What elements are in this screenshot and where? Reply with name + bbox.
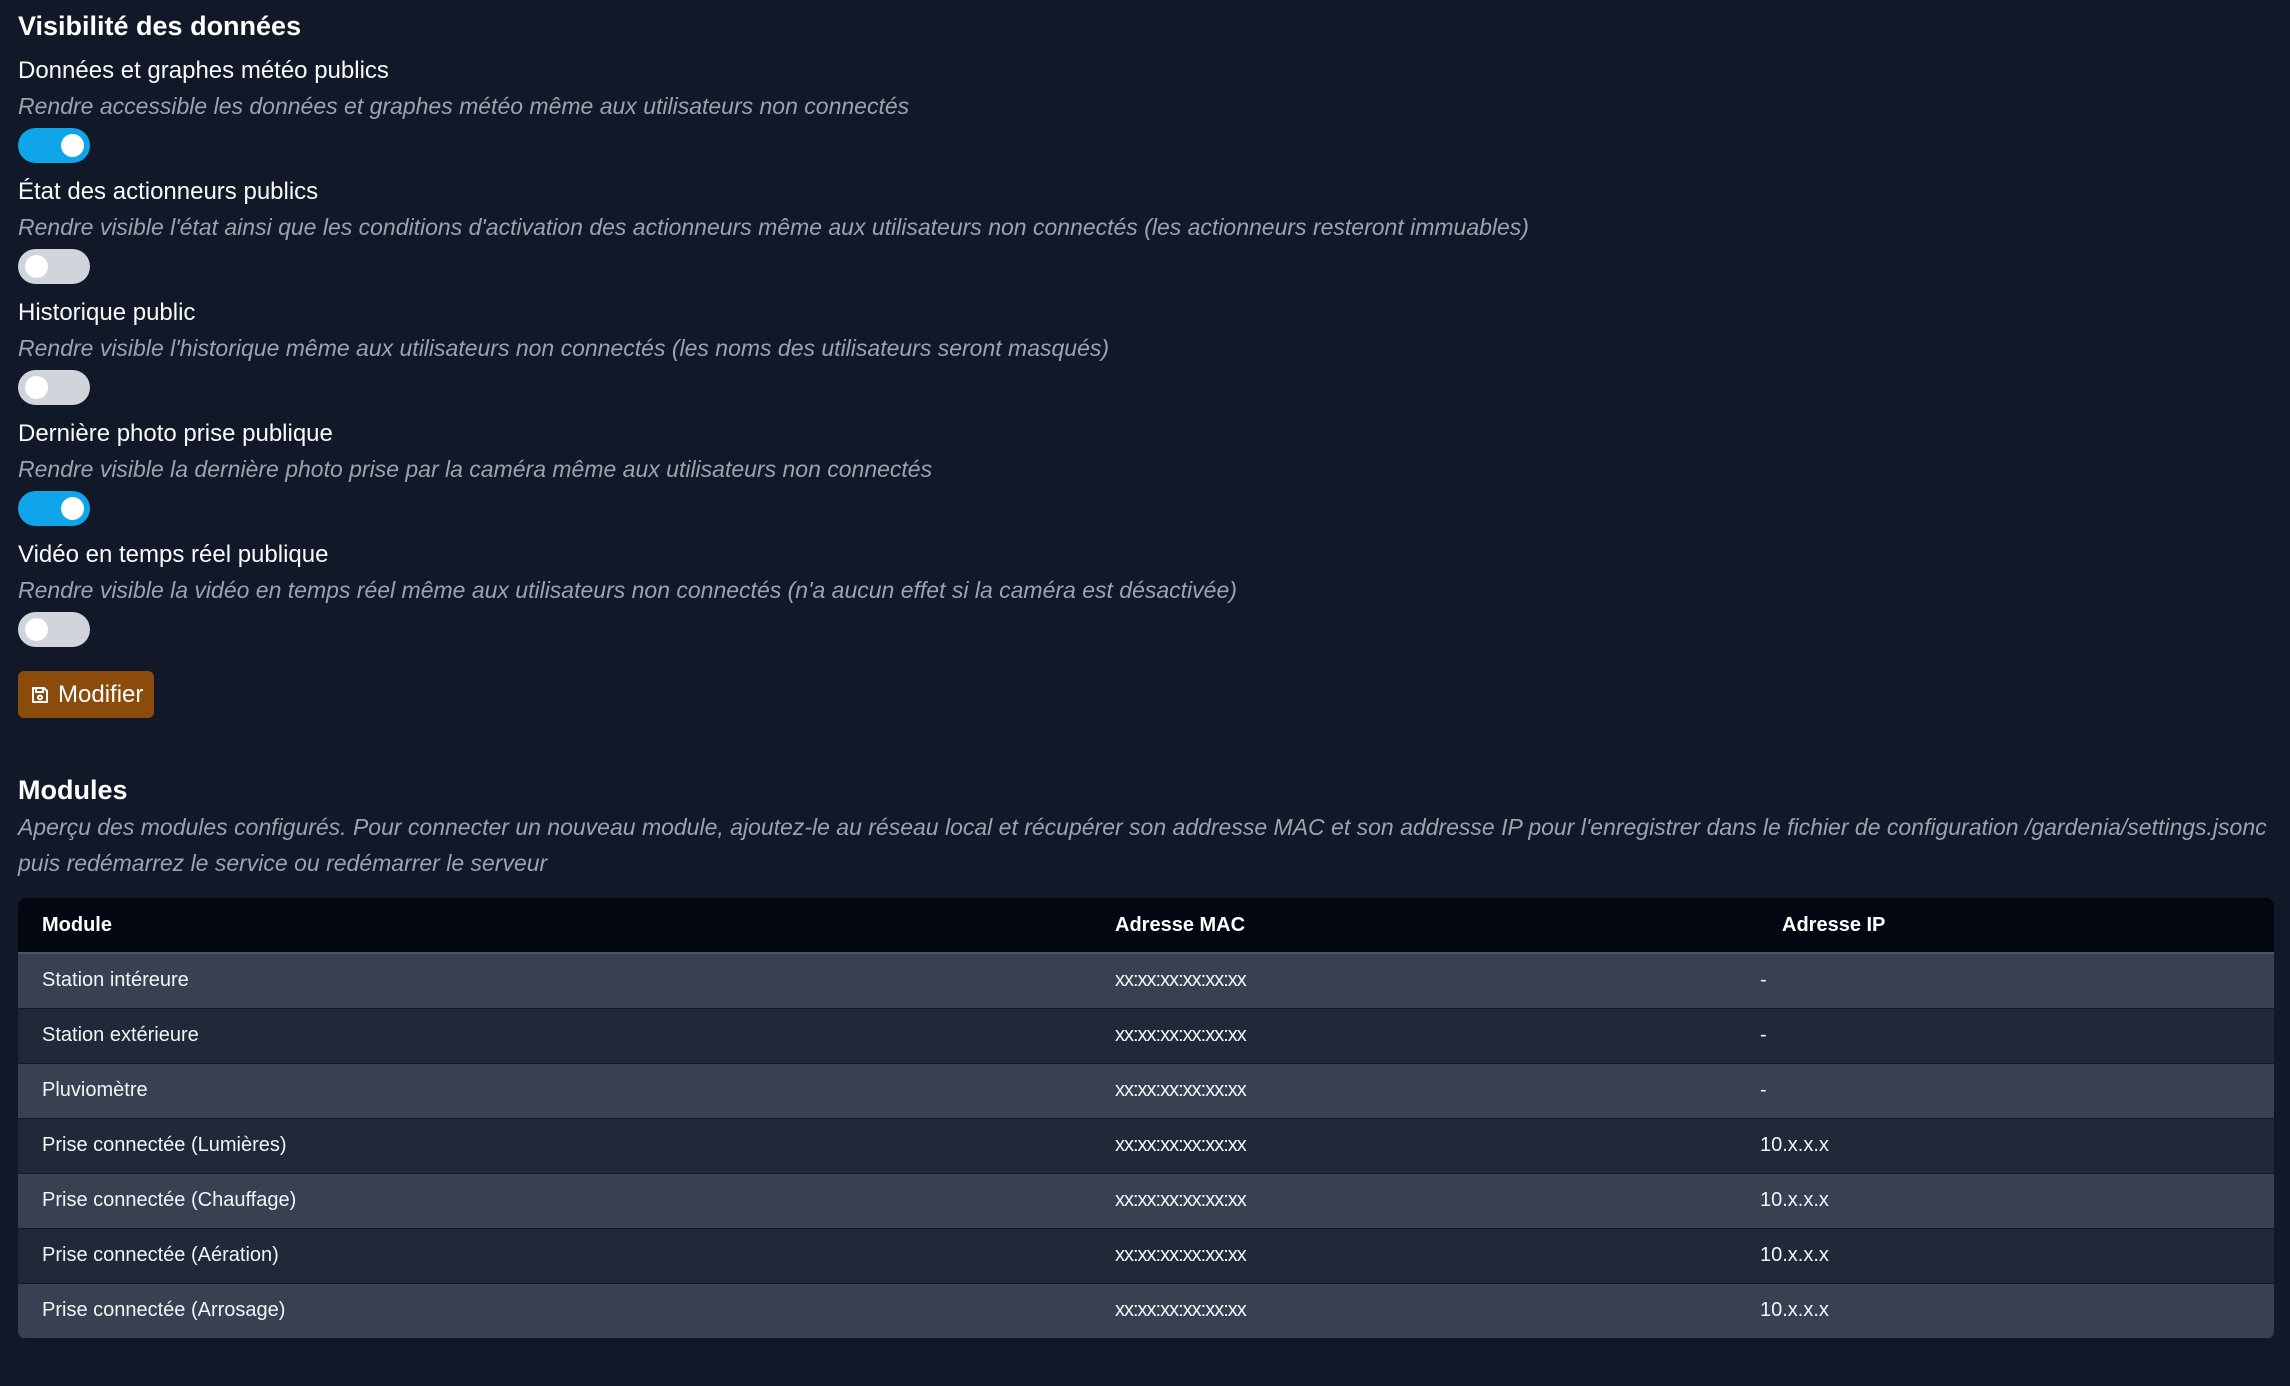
cell-mac: xx:xx:xx:xx:xx:xx: [1091, 1063, 1736, 1119]
setting-label: Dernière photo prise publique: [18, 420, 333, 447]
cell-mac: xx:xx:xx:xx:xx:xx: [1091, 1118, 1736, 1174]
toggle-knob: [61, 497, 84, 520]
column-header-ip: Adresse IP: [1736, 898, 2274, 954]
modules-table: Module Adresse MAC Adresse IP Station in…: [18, 898, 2274, 1339]
cell-ip: -: [1736, 953, 2274, 1009]
setting-description: Rendre visible l'état ainsi que les cond…: [18, 214, 1529, 240]
toggle-public-weather[interactable]: [18, 128, 90, 163]
cell-mac: xx:xx:xx:xx:xx:xx: [1091, 1173, 1736, 1229]
setting-label: Historique public: [18, 299, 196, 326]
cell-module: Prise connectée (Aération): [18, 1228, 1091, 1284]
save-button-label: Modifier: [58, 680, 144, 708]
modules-section-title: Modules: [18, 775, 128, 805]
table-row: Pluviomètre xx:xx:xx:xx:xx:xx -: [18, 1063, 2274, 1119]
cell-ip: 10.x.x.x: [1736, 1118, 2274, 1174]
cell-module: Station intéreure: [18, 953, 1091, 1009]
toggle-public-live-video[interactable]: [18, 612, 90, 647]
toggle-knob: [25, 255, 48, 278]
table-row: Station extérieure xx:xx:xx:xx:xx:xx -: [18, 1008, 2274, 1064]
table-row: Station intéreure xx:xx:xx:xx:xx:xx -: [18, 953, 2274, 1009]
column-header-module: Module: [18, 898, 1091, 954]
cell-mac: xx:xx:xx:xx:xx:xx: [1091, 953, 1736, 1009]
table-row: Prise connectée (Lumières) xx:xx:xx:xx:x…: [18, 1118, 2274, 1174]
cell-mac: xx:xx:xx:xx:xx:xx: [1091, 1228, 1736, 1284]
setting-description: Rendre visible la dernière photo prise p…: [18, 456, 933, 482]
modules-description: Aperçu des modules configurés. Pour conn…: [18, 814, 2267, 876]
setting-label: Vidéo en temps réel publique: [18, 541, 329, 568]
setting-description: Rendre accessible les données et graphes…: [18, 93, 910, 119]
table-row: Prise connectée (Aération) xx:xx:xx:xx:x…: [18, 1228, 2274, 1284]
table-header-row: Module Adresse MAC Adresse IP: [18, 898, 2274, 954]
visibility-settings-list: Données et graphes météo publics Rendre …: [18, 56, 2272, 647]
settings-page: Visibilité des données Données et graphe…: [0, 0, 2290, 1339]
toggle-public-actuators[interactable]: [18, 249, 90, 284]
setting-public-history: Historique public Rendre visible l'histo…: [18, 298, 2272, 405]
cell-module: Prise connectée (Arrosage): [18, 1283, 1091, 1339]
setting-public-last-photo: Dernière photo prise publique Rendre vis…: [18, 419, 2272, 526]
visibility-section-title: Visibilité des données: [18, 11, 302, 41]
cell-module: Station extérieure: [18, 1008, 1091, 1064]
cell-ip: -: [1736, 1008, 2274, 1064]
cell-mac: xx:xx:xx:xx:xx:xx: [1091, 1008, 1736, 1064]
toggle-public-last-photo[interactable]: [18, 491, 90, 526]
cell-ip: -: [1736, 1063, 2274, 1119]
table-row: Prise connectée (Chauffage) xx:xx:xx:xx:…: [18, 1173, 2274, 1229]
save-button[interactable]: Modifier: [18, 671, 155, 718]
column-header-mac: Adresse MAC: [1091, 898, 1736, 954]
toggle-public-history[interactable]: [18, 370, 90, 405]
cell-module: Prise connectée (Chauffage): [18, 1173, 1091, 1229]
setting-label: État des actionneurs publics: [18, 178, 319, 205]
cell-module: Prise connectée (Lumières): [18, 1118, 1091, 1174]
toggle-knob: [61, 134, 84, 157]
setting-label: Données et graphes météo publics: [18, 57, 389, 84]
setting-description: Rendre visible la vidéo en temps réel mê…: [18, 577, 1237, 603]
cell-mac: xx:xx:xx:xx:xx:xx: [1091, 1283, 1736, 1339]
setting-description: Rendre visible l'historique même aux uti…: [18, 335, 1110, 361]
table-row: Prise connectée (Arrosage) xx:xx:xx:xx:x…: [18, 1283, 2274, 1339]
setting-public-actuators: État des actionneurs publics Rendre visi…: [18, 177, 2272, 284]
toggle-knob: [25, 376, 48, 399]
cell-ip: 10.x.x.x: [1736, 1283, 2274, 1339]
cell-ip: 10.x.x.x: [1736, 1228, 2274, 1284]
setting-public-live-video: Vidéo en temps réel publique Rendre visi…: [18, 540, 2272, 647]
cell-ip: 10.x.x.x: [1736, 1173, 2274, 1229]
save-icon: [30, 685, 50, 705]
toggle-knob: [25, 618, 48, 641]
cell-module: Pluviomètre: [18, 1063, 1091, 1119]
setting-public-weather: Données et graphes météo publics Rendre …: [18, 56, 2272, 163]
